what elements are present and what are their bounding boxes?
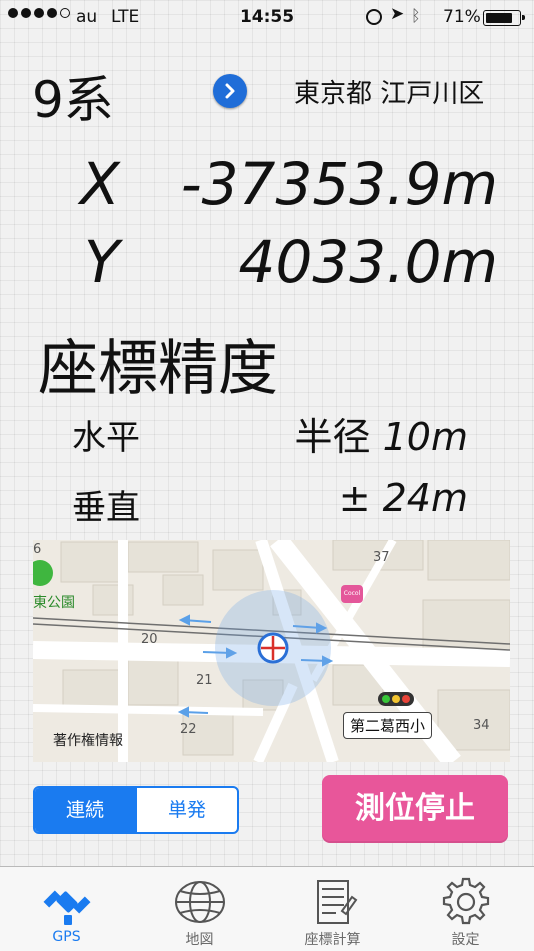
tab-label: GPS xyxy=(52,929,81,945)
block-number: 37 xyxy=(373,550,390,565)
gear-icon xyxy=(442,877,490,925)
block-number: 6 xyxy=(33,542,42,557)
accuracy-title: 座標精度 xyxy=(38,334,278,404)
x-label: X xyxy=(80,150,120,218)
map-attribution[interactable]: 著作権情報 xyxy=(53,730,123,750)
battery-icon xyxy=(483,10,525,26)
park-label: 東公園 xyxy=(33,595,75,611)
tab-label: 座標計算 xyxy=(304,932,361,948)
tab-settings[interactable]: 設定 xyxy=(399,867,532,951)
calculator-memo-icon xyxy=(317,880,358,924)
tab-bar: GPS 地図 座標計算 設定 xyxy=(0,866,534,951)
y-value: 4033.0m xyxy=(238,228,498,296)
bluetooth-icon: ᛒ xyxy=(411,6,421,25)
station-label: 第二葛西小 xyxy=(343,712,433,739)
horizontal-value: 10m xyxy=(382,415,468,459)
status-bar: au LTE 14:55 ➤ ᛒ 71% xyxy=(0,0,534,36)
tab-map[interactable]: 地図 xyxy=(133,867,266,951)
map-view[interactable]: 東公園 Cocol 第二葛西小 著作権情報 6 37 20 21 22 34 xyxy=(33,540,510,762)
block-number: 20 xyxy=(141,632,158,647)
tab-gps[interactable]: GPS xyxy=(0,867,133,951)
tab-label: 地図 xyxy=(185,932,214,948)
tab-coordinate-calc[interactable]: 座標計算 xyxy=(266,867,399,951)
x-value: -37353.9m xyxy=(180,150,498,218)
y-label: Y xyxy=(84,228,120,296)
satellite-icon xyxy=(43,890,91,925)
block-number: 21 xyxy=(196,673,213,688)
block-number: 34 xyxy=(473,718,490,733)
horizontal-label: 水平 xyxy=(72,418,140,458)
select-system-button[interactable] xyxy=(213,74,247,108)
vertical-accuracy: ± 24m xyxy=(339,476,468,520)
mode-continuous-button[interactable]: 連続 xyxy=(35,788,135,832)
chevron-right-icon xyxy=(225,83,235,99)
vertical-value: 24m xyxy=(382,476,468,520)
vertical-label: 垂直 xyxy=(72,488,140,528)
horizontal-accuracy: 半径 10m xyxy=(295,406,468,461)
block-number: 22 xyxy=(180,722,197,737)
globe-icon xyxy=(175,881,225,923)
shop-badge: Cocol xyxy=(341,585,363,603)
coordinate-system: 9系 xyxy=(32,71,114,129)
measure-mode-segmented-control[interactable]: 連続 単発 xyxy=(33,786,239,834)
map-base xyxy=(33,540,510,762)
traffic-light-icon xyxy=(378,692,414,706)
tab-label: 設定 xyxy=(451,932,480,948)
vertical-prefix: ± xyxy=(338,476,371,520)
location-name: 東京都 江戸川区 xyxy=(294,79,485,109)
rotation-lock-icon xyxy=(366,9,382,25)
mode-single-button[interactable]: 単発 xyxy=(135,788,237,832)
battery-percent: 71% xyxy=(443,7,481,27)
stop-positioning-button[interactable]: 測位停止 xyxy=(322,775,508,843)
location-arrow-icon: ➤ xyxy=(390,4,405,24)
horizontal-prefix: 半径 xyxy=(294,415,371,459)
